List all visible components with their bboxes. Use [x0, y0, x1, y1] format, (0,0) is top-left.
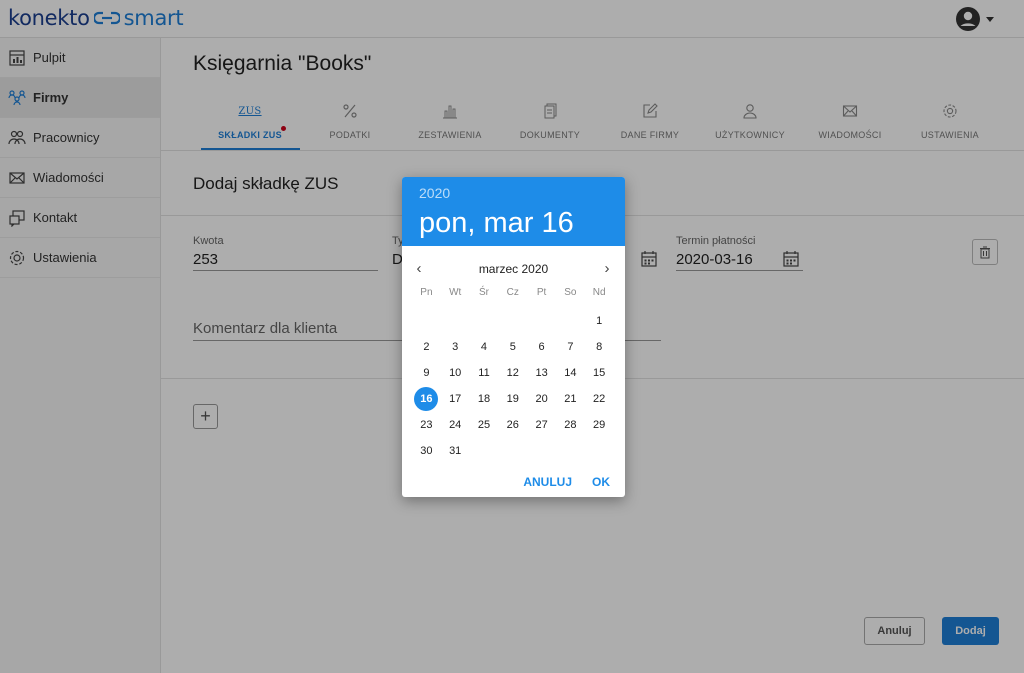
- calendar-week: 1: [412, 308, 625, 334]
- weekday-label: Nd: [592, 287, 606, 298]
- chevron-right-icon[interactable]: ›: [598, 259, 616, 277]
- calendar-day[interactable]: 7: [556, 334, 585, 360]
- calendar-day[interactable]: 6: [527, 334, 556, 360]
- calendar-day[interactable]: 31: [441, 438, 470, 464]
- month-label: marzec 2020: [478, 262, 549, 276]
- date-picker-dialog: 2020 pon, mar 16 ‹ marzec 2020 › Pn Wt Śr C…: [402, 177, 625, 497]
- calendar-day[interactable]: 30: [412, 438, 441, 464]
- calendar-day[interactable]: 27: [527, 412, 556, 438]
- picker-cancel-button[interactable]: ANULUJ: [523, 475, 572, 489]
- calendar-day[interactable]: 14: [556, 360, 585, 386]
- calendar-grid: 1 2 3 4 5 6 7 8 9 10 11 12 13 14 15 16 17 18 19 20 21 22 23 24 2…: [402, 308, 625, 464]
- weekday-label: Cz: [506, 287, 519, 298]
- calendar-day[interactable]: 11: [470, 360, 499, 386]
- calendar-day[interactable]: 22: [585, 386, 614, 412]
- calendar-day[interactable]: 15: [585, 360, 614, 386]
- calendar-day-empty: [498, 438, 527, 464]
- calendar-day-empty: [441, 308, 470, 334]
- calendar-day[interactable]: 19: [498, 386, 527, 412]
- year-selector[interactable]: 2020: [419, 185, 625, 201]
- calendar-day[interactable]: 12: [498, 360, 527, 386]
- calendar-day[interactable]: 28: [556, 412, 585, 438]
- calendar-day[interactable]: 20: [527, 386, 556, 412]
- calendar-day[interactable]: 13: [527, 360, 556, 386]
- calendar-day-empty: [556, 438, 585, 464]
- calendar-day-empty: [527, 308, 556, 334]
- selected-date-display: pon, mar 16: [419, 207, 574, 239]
- calendar-day[interactable]: 29: [585, 412, 614, 438]
- calendar-day[interactable]: 4: [470, 334, 499, 360]
- weekday-label: Śr: [478, 287, 489, 298]
- calendar-day[interactable]: 3: [441, 334, 470, 360]
- calendar-day[interactable]: 2: [412, 334, 441, 360]
- calendar-day[interactable]: 25: [470, 412, 499, 438]
- calendar-day[interactable]: 10: [441, 360, 470, 386]
- calendar-day-empty: [412, 308, 441, 334]
- calendar-day[interactable]: 17: [441, 386, 470, 412]
- calendar-week: 30 31: [412, 438, 625, 464]
- calendar-day-empty: [470, 438, 499, 464]
- calendar-day-empty: [498, 308, 527, 334]
- weekday-label: So: [564, 287, 577, 298]
- calendar-week: 2345678: [412, 334, 625, 360]
- calendar-day-selected[interactable]: 16: [412, 386, 441, 412]
- calendar-week: 23 24 25 26 27 28 29: [412, 412, 625, 438]
- calendar-day[interactable]: 5: [498, 334, 527, 360]
- date-picker-header: 2020 pon, mar 16: [402, 177, 625, 246]
- calendar-day[interactable]: 23: [412, 412, 441, 438]
- picker-ok-button[interactable]: OK: [592, 475, 610, 489]
- weekday-label: Pn: [420, 287, 433, 298]
- calendar-day[interactable]: 24: [441, 412, 470, 438]
- calendar-day-empty: [527, 438, 556, 464]
- calendar-week: 9 10 11 12 13 14 15: [412, 360, 625, 386]
- calendar-week: 16 17 18 19 20 21 22: [412, 386, 625, 412]
- calendar-day-empty: [556, 308, 585, 334]
- calendar-day[interactable]: 21: [556, 386, 585, 412]
- calendar-day[interactable]: 26: [498, 412, 527, 438]
- calendar-day[interactable]: 8: [585, 334, 614, 360]
- calendar-day-empty: [585, 438, 614, 464]
- weekday-label: Pt: [536, 287, 547, 298]
- weekday-header: Pn Wt Śr Cz Pt So Nd: [402, 287, 625, 298]
- calendar-day-empty: [470, 308, 499, 334]
- calendar-day[interactable]: 1: [585, 308, 614, 334]
- date-picker-actions: ANULUJ OK: [523, 475, 610, 489]
- calendar-day[interactable]: 9: [412, 360, 441, 386]
- month-navigation: ‹ marzec 2020 ›: [402, 246, 625, 286]
- weekday-label: Wt: [449, 287, 462, 298]
- calendar-day[interactable]: 18: [470, 386, 499, 412]
